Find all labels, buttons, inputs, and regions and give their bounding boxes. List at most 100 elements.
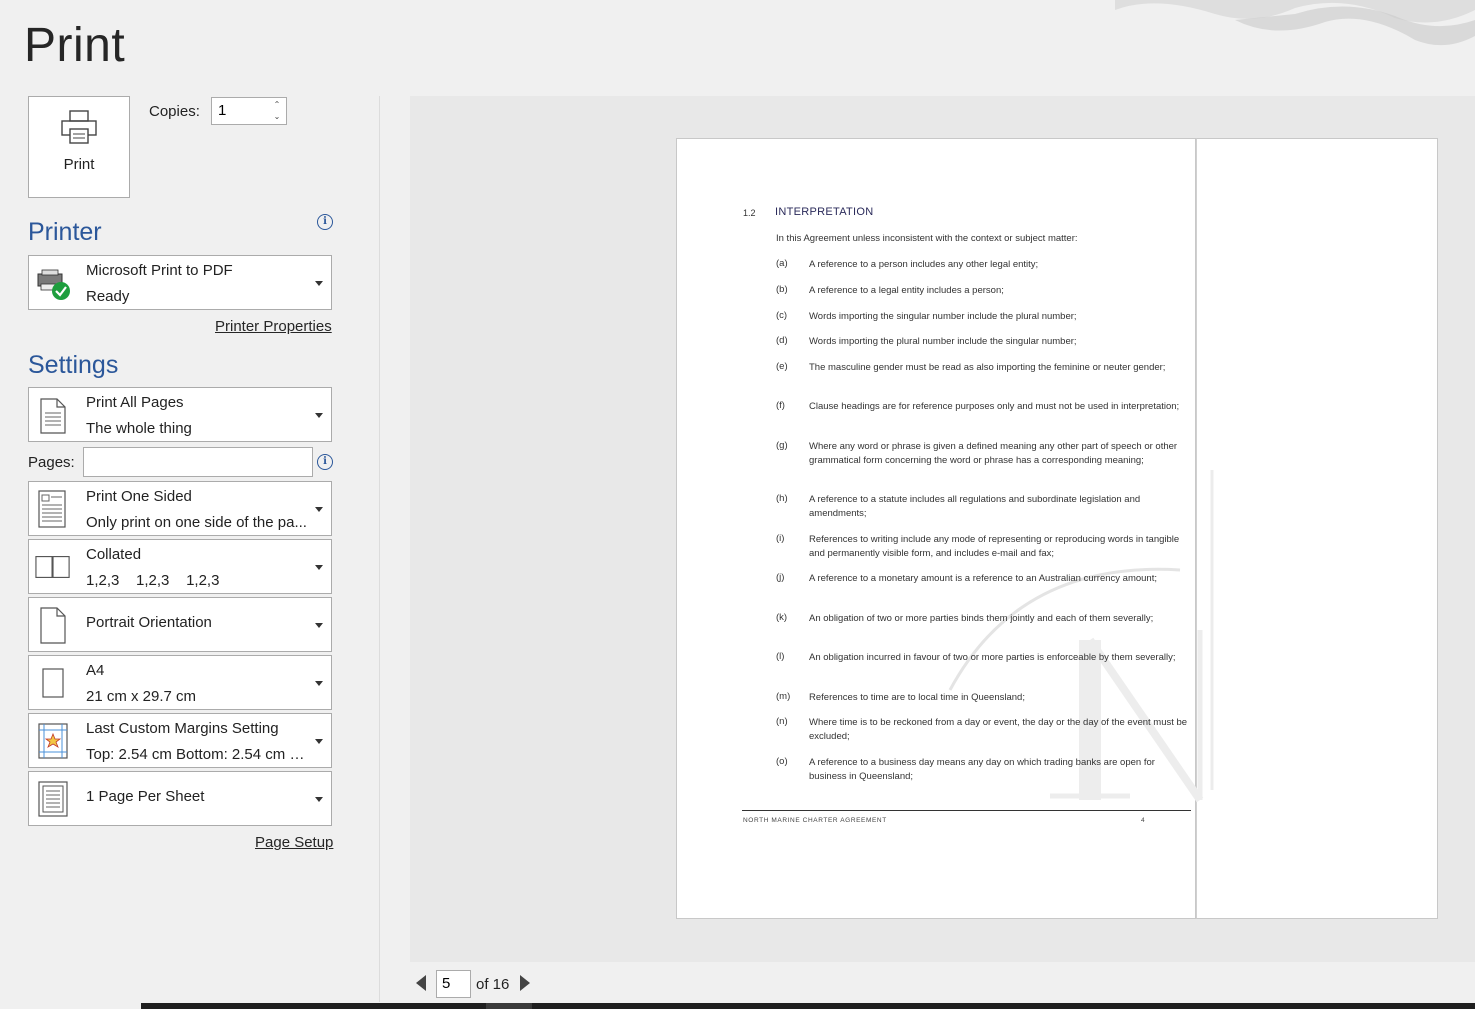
printer-info-icon[interactable]: i	[317, 214, 333, 230]
clause-text: Clause headings are for reference purpos…	[809, 401, 1180, 412]
print-range-title: Print All Pages	[86, 394, 184, 411]
collation-select[interactable]: Collated 1,2,3 1,2,3 1,2,3	[28, 539, 332, 594]
chevron-down-icon	[315, 412, 323, 418]
clause-letter: (e)	[776, 361, 788, 372]
one-sided-icon	[35, 489, 71, 528]
orientation-select[interactable]: Portrait Orientation	[28, 597, 332, 652]
chevron-down-icon	[315, 564, 323, 570]
spin-up-icon[interactable]: ⌃	[274, 99, 281, 111]
header-decoration	[1095, 0, 1475, 60]
paper-size-select[interactable]: A4 21 cm x 29.7 cm	[28, 655, 332, 710]
collation-title: Collated	[86, 546, 142, 563]
chevron-down-icon	[315, 622, 323, 628]
clause-text: Where any word or phrase is given a defi…	[809, 441, 1178, 466]
print-button-label: Print	[63, 156, 95, 173]
printer-properties-link[interactable]: Printer Properties	[215, 318, 332, 335]
section-number: 1.2	[743, 208, 756, 218]
clause-text: Words importing the plural number includ…	[809, 336, 1077, 347]
current-page-field[interactable]	[436, 970, 471, 998]
sides-title: Print One Sided	[86, 488, 192, 505]
clause-letter: (k)	[776, 612, 788, 623]
page-per-sheet-icon	[35, 780, 71, 817]
document-pages-icon	[35, 397, 71, 434]
clause-letter: (g)	[776, 440, 788, 451]
clause-letter: (l)	[776, 651, 785, 662]
pages-label: Pages:	[28, 454, 75, 471]
copies-input[interactable]	[212, 98, 270, 122]
pages-per-sheet-select[interactable]: 1 Page Per Sheet	[28, 771, 332, 826]
section-heading: INTERPRETATION	[775, 206, 874, 218]
clause-text: An obligation of two or more parties bin…	[809, 613, 1154, 624]
clause-letter: (o)	[776, 756, 788, 767]
clause-text: A reference to a legal entity includes a…	[809, 285, 1004, 296]
clause-letter: (a)	[776, 258, 788, 269]
next-page-icon[interactable]	[520, 975, 530, 991]
clause-letter: (i)	[776, 533, 785, 544]
margins-select[interactable]: Last Custom Margins Setting Top: 2.54 cm…	[28, 713, 332, 768]
page-title: Print	[24, 19, 126, 72]
chevron-down-icon	[315, 506, 323, 512]
clause-text: References to writing include any mode o…	[809, 534, 1180, 559]
preview-page-overflow	[1196, 138, 1438, 919]
clause-text: The masculine gender must be read as als…	[809, 362, 1166, 373]
page-total-label: of 16	[476, 976, 510, 993]
footer-page-number: 4	[1141, 817, 1145, 824]
collated-icon	[35, 549, 71, 585]
clause-text: References to time are to local time in …	[809, 692, 1025, 703]
clause-text: Where time is to be reckoned from a day …	[809, 717, 1188, 742]
custom-margins-icon	[35, 722, 71, 759]
previous-page-icon[interactable]	[416, 975, 426, 991]
printer-icon	[60, 109, 98, 150]
clause-letter: (j)	[776, 572, 785, 583]
chevron-down-icon	[315, 738, 323, 744]
copies-label: Copies:	[149, 103, 200, 120]
clause-letter: (m)	[776, 691, 791, 702]
portrait-page-icon	[35, 606, 71, 644]
clause-letter: (b)	[776, 284, 788, 295]
copies-spinner[interactable]: ⌃ ⌄	[270, 99, 284, 123]
printer-status: Ready	[86, 288, 130, 305]
clause-text: A reference to a business day means any …	[809, 757, 1155, 782]
taskbar-strip	[141, 1003, 1475, 1009]
page-setup-link[interactable]: Page Setup	[255, 834, 333, 851]
sides-select[interactable]: Print One Sided Only print on one side o…	[28, 481, 332, 536]
clause-letter: (f)	[776, 400, 785, 411]
taskbar-highlight	[486, 1003, 532, 1009]
section-intro: In this Agreement unless inconsistent wi…	[776, 233, 1078, 244]
clause-text: Words importing the singular number incl…	[809, 311, 1077, 322]
paper-size-icon	[35, 665, 71, 701]
document-footer: NORTH MARINE CHARTER AGREEMENT	[743, 817, 887, 824]
printer-heading: Printer	[28, 218, 102, 246]
preview-page	[676, 138, 1196, 919]
margins-subtitle: Top: 2.54 cm Bottom: 2.54 cm L...	[86, 746, 308, 763]
pages-info-icon[interactable]: i	[317, 454, 333, 470]
footer-rule	[742, 810, 1191, 811]
printer-select[interactable]: Microsoft Print to PDF Ready	[28, 255, 332, 310]
paper-size-title: A4	[86, 662, 105, 679]
clause-letter: (h)	[776, 493, 788, 504]
clause-text: A reference to a statute includes all re…	[809, 494, 1141, 519]
print-button[interactable]: Print	[28, 96, 130, 198]
printer-name: Microsoft Print to PDF	[86, 262, 233, 279]
orientation-title: Portrait Orientation	[86, 614, 212, 631]
print-range-subtitle: The whole thing	[86, 420, 192, 437]
pages-input[interactable]	[83, 447, 313, 477]
current-page-input[interactable]	[437, 971, 470, 995]
clause-text: A reference to a person includes any oth…	[809, 259, 1039, 270]
chevron-down-icon	[315, 280, 323, 286]
print-range-select[interactable]: Print All Pages The whole thing	[28, 387, 332, 442]
clause-text: An obligation incurred in favour of two …	[809, 652, 1176, 663]
copies-stepper[interactable]: ⌃ ⌄	[211, 97, 287, 125]
pages-per-sheet-title: 1 Page Per Sheet	[86, 788, 205, 805]
sides-subtitle: Only print on one side of the pa...	[86, 514, 307, 531]
chevron-down-icon	[315, 680, 323, 686]
collation-subtitle: 1,2,3 1,2,3 1,2,3	[86, 572, 220, 589]
spin-down-icon[interactable]: ⌄	[274, 111, 281, 123]
clause-letter: (d)	[776, 335, 788, 346]
chevron-down-icon	[315, 796, 323, 802]
clause-text: A reference to a monetary amount is a re…	[809, 573, 1157, 584]
settings-heading: Settings	[28, 351, 119, 379]
printer-ready-icon	[35, 265, 71, 301]
margins-title: Last Custom Margins Setting	[86, 720, 279, 737]
clause-letter: (c)	[776, 310, 788, 321]
